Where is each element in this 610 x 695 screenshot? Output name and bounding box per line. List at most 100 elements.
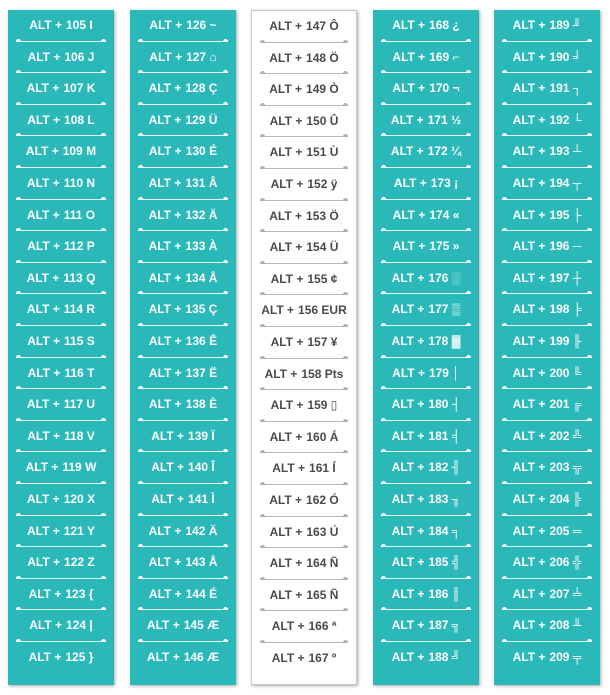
- alt-code-character: ▒: [451, 302, 461, 317]
- alt-code-character: ╠: [572, 491, 582, 506]
- alt-code-character: Ä: [208, 523, 218, 538]
- alt-code-character: ─: [572, 239, 582, 254]
- alt-code-character: Z: [87, 555, 95, 570]
- alt-code-character: ┐: [572, 81, 582, 96]
- alt-code-row: ALT +197 ┼: [494, 263, 600, 295]
- alt-code-number: 122: [64, 555, 85, 570]
- alt-code-row: ALT +132 Ä: [130, 200, 236, 232]
- alt-code-number: 155: [307, 271, 328, 286]
- alt-code-row: ALT +144 É: [130, 579, 236, 611]
- alt-code-row: ALT +154 Ü: [252, 232, 356, 264]
- alt-code-number: 189: [549, 18, 570, 32]
- alt-prefix: ALT +: [512, 491, 546, 506]
- alt-code-character: Ü: [329, 240, 339, 255]
- alt-code-character: ╞: [572, 302, 582, 317]
- alt-prefix: ALT +: [29, 618, 63, 633]
- alt-code-character: ¼: [451, 144, 462, 159]
- alt-code-number: 141: [188, 491, 209, 506]
- alt-code-number: 159: [307, 398, 328, 413]
- alt-prefix: ALT +: [264, 366, 298, 381]
- alt-prefix: ALT +: [146, 649, 180, 664]
- alt-prefix: ALT +: [391, 555, 425, 570]
- alt-code-number: 127: [186, 49, 207, 64]
- alt-code-row: ALT +136 Ê: [130, 326, 236, 358]
- alt-code-row: ALT +153 Ö: [252, 201, 356, 233]
- alt-code-character: Ö: [329, 208, 339, 223]
- alt-prefix: ALT +: [148, 523, 182, 538]
- alt-code-number: 183: [428, 491, 449, 506]
- alt-code-row: ALT +183 ╖: [373, 484, 479, 516]
- alt-code-row: ALT +185 ╣: [373, 547, 479, 579]
- alt-code-row: ALT +184 ╕: [373, 516, 479, 548]
- alt-code-row: ALT +143 Å: [130, 547, 236, 579]
- alt-code-character: ¡: [454, 175, 459, 190]
- alt-code-row: ALT +182 ╢: [373, 452, 479, 484]
- alt-code-character: M: [86, 144, 97, 159]
- alt-code-character: È: [209, 397, 218, 412]
- alt-code-row: ALT +126 ~: [130, 10, 236, 42]
- alt-code-number: 174: [429, 207, 450, 222]
- alt-code-number: 209: [549, 649, 570, 664]
- alt-prefix: ALT +: [25, 144, 59, 159]
- alt-code-row: ALT +107 K: [8, 73, 114, 105]
- alt-code-character: Ü: [208, 112, 218, 127]
- alt-prefix: ALT +: [512, 18, 546, 32]
- alt-code-row: ALT +123 {: [8, 579, 114, 611]
- alt-prefix: ALT +: [261, 303, 295, 318]
- alt-code-character: ¥: [330, 334, 338, 349]
- alt-code-row: ALT +131 Â: [130, 168, 236, 200]
- alt-code-number: 162: [306, 492, 327, 507]
- alt-code-row: ALT +156 EUR: [252, 295, 356, 327]
- alt-prefix: ALT +: [512, 112, 546, 127]
- alt-code-row: ALT +146 Æ: [130, 642, 236, 674]
- alt-code-number: 140: [188, 460, 209, 475]
- alt-code-character: Ñ: [329, 556, 339, 571]
- alt-code-row: ALT +193 ┴: [494, 136, 600, 168]
- alt-prefix: ALT +: [391, 618, 425, 633]
- alt-code-character: ╝: [451, 649, 461, 664]
- alt-code-row: ALT +192 └: [494, 105, 600, 137]
- alt-code-character: Ë: [209, 365, 218, 380]
- alt-code-number: 139: [188, 428, 209, 443]
- alt-code-row: ALT +160 Á: [252, 422, 356, 454]
- alt-prefix: ALT +: [512, 555, 546, 570]
- alt-prefix: ALT +: [148, 586, 182, 601]
- alt-prefix: ALT +: [26, 175, 60, 190]
- alt-code-row: ALT +113 Q: [8, 263, 114, 295]
- alt-code-row: ALT +119 W: [8, 452, 114, 484]
- alt-prefix: ALT +: [512, 397, 546, 412]
- alt-code-number: 202: [549, 428, 570, 443]
- alt-prefix: ALT +: [27, 365, 61, 380]
- column-alt-105-125: ALT +105 I ALT +106 J ALT +107 K ALT +108 L…: [8, 10, 114, 685]
- alt-prefix: ALT +: [27, 333, 61, 348]
- alt-code-row: ALT +140 Î: [130, 452, 236, 484]
- alt-code-character: »: [452, 239, 460, 254]
- alt-prefix: ALT +: [512, 144, 546, 159]
- alt-code-character: R: [86, 302, 96, 317]
- alt-code-character: {: [88, 586, 94, 601]
- alt-prefix: ALT +: [26, 397, 60, 412]
- alt-code-row: ALT +188 ╝: [373, 642, 479, 674]
- alt-prefix: ALT +: [392, 207, 426, 222]
- alt-code-character: Î: [211, 460, 215, 475]
- alt-code-row: ALT +170 ¬: [373, 73, 479, 105]
- alt-prefix: ALT +: [270, 271, 304, 286]
- alt-code-row: ALT +121 Y: [8, 516, 114, 548]
- alt-prefix: ALT +: [269, 82, 303, 97]
- alt-code-character: ▯: [330, 398, 338, 413]
- alt-code-row: ALT +165 Ñ: [252, 580, 356, 612]
- alt-code-character: ª: [331, 619, 337, 634]
- alt-code-number: 193: [549, 144, 570, 159]
- alt-prefix: ALT +: [27, 49, 61, 64]
- alt-code-row: ALT +173 ¡: [373, 168, 479, 200]
- alt-code-character: Ô: [329, 19, 339, 33]
- alt-code-number: 173: [430, 175, 451, 190]
- alt-code-character: Ù: [329, 145, 339, 160]
- alt-code-number: 143: [185, 555, 206, 570]
- alt-prefix: ALT +: [27, 555, 61, 570]
- alt-code-number: 185: [428, 555, 449, 570]
- alt-code-number: 151: [306, 145, 327, 160]
- alt-code-character: |: [89, 618, 93, 633]
- alt-prefix: ALT +: [512, 333, 546, 348]
- alt-code-number: 126: [186, 18, 207, 32]
